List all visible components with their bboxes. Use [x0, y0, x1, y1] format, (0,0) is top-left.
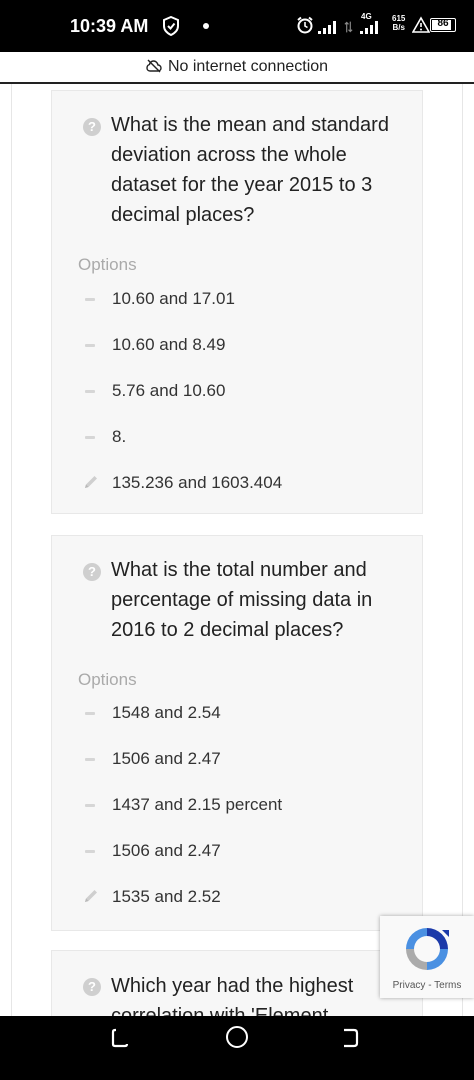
dash-icon	[85, 850, 95, 853]
status-bar: 10:39 AM 4G 615 B/s 86	[0, 0, 474, 52]
question-card: ? What is the total number and percentag…	[51, 535, 423, 931]
pencil-icon	[85, 890, 97, 902]
dot-icon	[203, 23, 209, 29]
warning-icon	[412, 16, 430, 33]
privacy-link[interactable]: Privacy	[393, 980, 426, 991]
dash-icon	[85, 298, 95, 301]
option-text: 10.60 and 8.49	[112, 335, 226, 354]
option-text: 1535 and 2.52	[112, 887, 221, 906]
option-text: 8.	[112, 427, 127, 446]
question-mark-icon: ?	[83, 563, 101, 581]
option-text: 10.60 and 17.01	[112, 289, 235, 308]
question-card: ? Which year had the highest correlation…	[51, 950, 423, 1016]
question-mark-icon: ?	[83, 118, 101, 136]
navigation-bar	[0, 1016, 474, 1080]
option-text: 1548 and 2.54	[112, 703, 221, 722]
signal-4g-icon: 4G	[358, 12, 384, 34]
option-text: 135.236 and 1603.404	[112, 473, 283, 492]
offline-banner: No internet connection	[0, 52, 474, 84]
question-text: What is the total number and percentage …	[111, 559, 373, 641]
signal-icon	[318, 20, 340, 34]
shield-icon	[163, 16, 179, 36]
page-content[interactable]: ? What is the mean and standard deviatio…	[0, 84, 474, 1016]
recaptcha-badge[interactable]: Privacy - Terms	[380, 916, 474, 998]
home-icon[interactable]	[226, 1026, 248, 1048]
link-separator: -	[425, 980, 435, 991]
question-card: ? What is the mean and standard deviatio…	[51, 90, 423, 514]
recent-apps-icon[interactable]	[340, 1026, 362, 1050]
back-icon[interactable]	[108, 1026, 132, 1050]
recaptcha-icon	[406, 928, 449, 970]
recaptcha-links: Privacy - Terms	[380, 980, 474, 991]
offline-text: No internet connection	[167, 58, 329, 75]
question-text: What is the mean and standard deviation …	[111, 114, 389, 226]
terms-link[interactable]: Terms	[434, 980, 461, 991]
dash-icon	[85, 344, 95, 347]
dash-icon	[85, 804, 95, 807]
pencil-icon	[85, 476, 97, 488]
question-text: Which year had the highest correlation w…	[111, 975, 354, 1016]
options-label: Options	[78, 670, 137, 689]
option-text: 1506 and 2.47	[112, 841, 221, 860]
cloud-off-icon	[146, 59, 162, 73]
options-label: Options	[78, 255, 137, 274]
frame-line-right	[462, 84, 463, 1016]
question-mark-icon: ?	[83, 978, 101, 996]
dash-icon	[85, 390, 95, 393]
option-text: 5.76 and 10.60	[112, 381, 226, 400]
frame-line-left	[11, 84, 12, 1016]
data-arrows-icon	[344, 21, 353, 33]
battery-icon: 86	[430, 18, 456, 32]
dash-icon	[85, 712, 95, 715]
alarm-icon	[297, 16, 313, 34]
dash-icon	[85, 758, 95, 761]
option-text: 1506 and 2.47	[112, 749, 221, 768]
option-text: 1437 and 2.15 percent	[112, 795, 283, 814]
network-speed: 615 B/s	[392, 14, 406, 32]
dash-icon	[85, 436, 95, 439]
status-time: 10:39 AM	[70, 16, 149, 36]
